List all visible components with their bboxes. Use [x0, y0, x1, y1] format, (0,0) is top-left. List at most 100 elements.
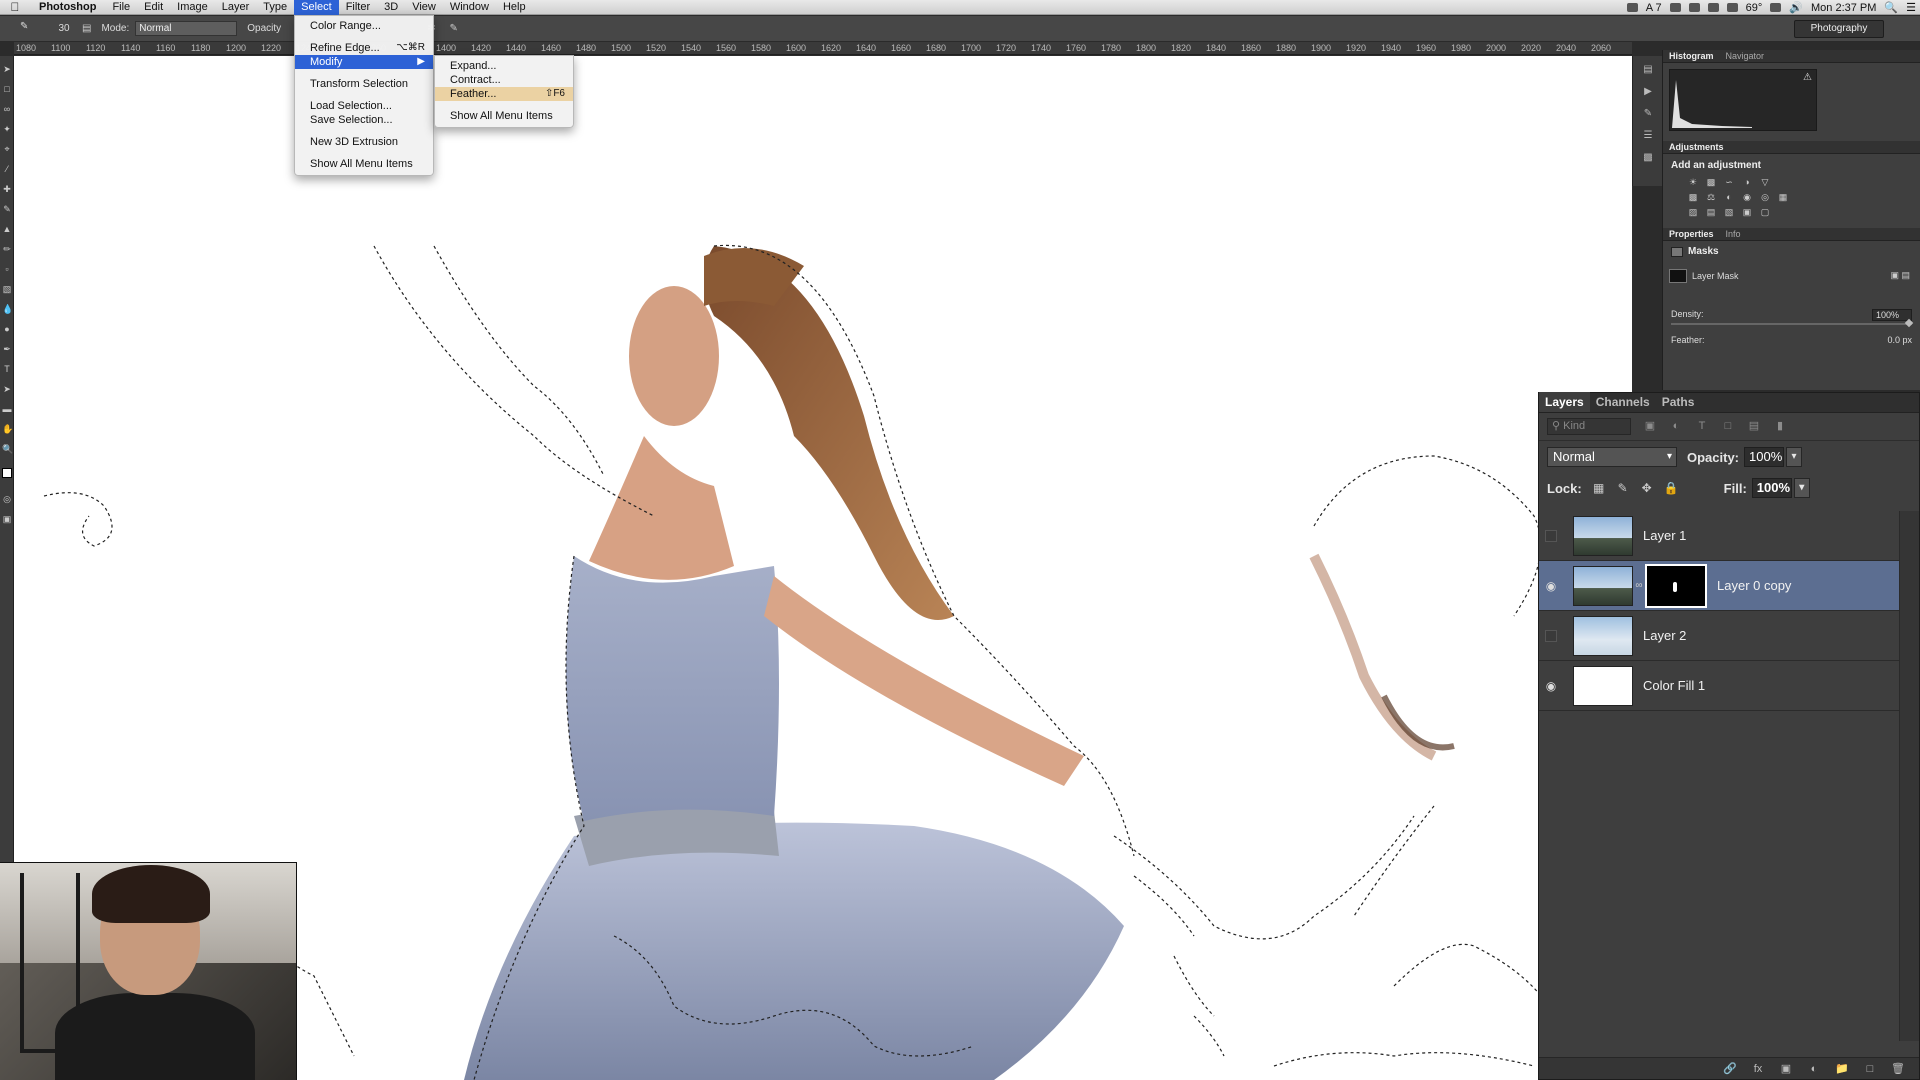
workspace-switcher[interactable]: Photography — [1794, 20, 1884, 38]
eraser-tool-icon[interactable]: ▫ — [2, 264, 12, 274]
hand-tool-icon[interactable]: ✋ — [2, 424, 13, 434]
pen-tool-icon[interactable]: ✒ — [2, 344, 12, 354]
menu-item-transform-selection[interactable]: Transform Selection — [295, 77, 433, 91]
screen-icon[interactable] — [1626, 3, 1638, 12]
wifi-icon[interactable] — [1770, 3, 1782, 12]
filter-toggle-icon[interactable]: ▮ — [1773, 420, 1787, 433]
screen-mode-icon[interactable]: ▣ — [2, 514, 12, 524]
spotlight-icon[interactable]: 🔍 — [1884, 1, 1898, 14]
new-layer-icon[interactable]: □ — [1863, 1063, 1877, 1075]
adobe-status[interactable]: A 7 — [1646, 2, 1662, 14]
dropbox-icon[interactable] — [1669, 3, 1681, 12]
app-name-menu[interactable]: Photoshop — [30, 1, 105, 13]
density-slider[interactable] — [1671, 318, 1914, 328]
filter-smart-object-icon[interactable]: ▤ — [1747, 420, 1761, 433]
tab-properties[interactable]: Properties — [1663, 229, 1720, 239]
layer-thumbnail[interactable] — [1573, 565, 1633, 606]
menu-item-feather[interactable]: Feather... ⇧F6 — [435, 87, 573, 101]
brush-tool-icon[interactable]: ✎ — [20, 21, 28, 32]
menu-type[interactable]: Type — [256, 0, 294, 15]
filter-type-icon[interactable]: T — [1695, 420, 1709, 433]
layer-name[interactable]: Layer 1 — [1643, 528, 1686, 543]
link-layers-icon[interactable]: 🔗 — [1723, 1063, 1737, 1075]
foreground-color-swatch[interactable] — [2, 468, 12, 478]
delete-layer-icon[interactable]: 🗑 — [1891, 1063, 1905, 1075]
tab-histogram[interactable]: Histogram — [1663, 51, 1720, 61]
clone-source-icon[interactable]: ▩ — [1641, 152, 1655, 164]
apple-icon[interactable]:  — [0, 0, 30, 14]
brush-presets-icon[interactable]: ☰ — [1641, 130, 1655, 142]
menu-item-save-selection[interactable]: Save Selection... — [295, 113, 433, 127]
gradient-tool-icon[interactable]: ▧ — [2, 284, 12, 294]
blur-tool-icon[interactable]: 💧 — [2, 304, 13, 314]
layer-name[interactable]: Color Fill 1 — [1643, 678, 1705, 693]
tool-presets-icon[interactable]: ✎ — [1641, 108, 1655, 120]
menu-filter[interactable]: Filter — [339, 0, 377, 15]
tab-navigator[interactable]: Navigator — [1720, 51, 1771, 61]
zoom-tool-icon[interactable]: 🔍 — [2, 444, 13, 454]
eyedropper-tool-icon[interactable]: ⁄ — [2, 164, 12, 174]
layer-thumbnail[interactable] — [1573, 515, 1633, 556]
tab-adjustments[interactable]: Adjustments — [1663, 142, 1730, 152]
menu-item-show-all[interactable]: Show All Menu Items — [295, 157, 433, 171]
dodge-tool-icon[interactable]: ● — [2, 324, 12, 334]
tab-info[interactable]: Info — [1720, 229, 1747, 239]
tab-layers[interactable]: Layers — [1539, 392, 1590, 412]
menu-view[interactable]: View — [405, 0, 443, 15]
curves-icon[interactable]: ∽ — [1723, 177, 1735, 188]
layer-name[interactable]: Layer 0 copy — [1717, 578, 1791, 593]
posterize-icon[interactable]: ▤ — [1705, 207, 1717, 218]
history-panel-icon[interactable]: ▤ — [1641, 64, 1655, 76]
menu-window[interactable]: Window — [443, 0, 496, 15]
layer-row[interactable]: Layer 1 — [1539, 511, 1899, 561]
stamp-tool-icon[interactable]: ▲ — [2, 224, 12, 234]
lock-image-icon[interactable]: ✎ — [1616, 481, 1630, 495]
type-tool-icon[interactable]: T — [2, 364, 12, 374]
notification-icon[interactable]: ☰ — [1906, 1, 1916, 14]
blend-mode-select[interactable]: Normal — [1547, 447, 1677, 467]
menu-select[interactable]: Select — [294, 0, 339, 15]
black-white-icon[interactable]: ◐ — [1723, 192, 1735, 203]
brush-panel-icon[interactable]: ▤ — [82, 23, 91, 34]
brush-tool-icon[interactable]: ✎ — [2, 204, 12, 214]
menu-item-contract[interactable]: Contract... — [435, 73, 573, 87]
gradient-map-icon[interactable]: ▣ — [1741, 207, 1753, 218]
lock-transparent-icon[interactable]: ▦ — [1592, 481, 1606, 495]
tab-paths[interactable]: Paths — [1656, 395, 1701, 412]
history-brush-icon[interactable]: ✏ — [2, 244, 12, 254]
menu-item-new-3d-extrusion[interactable]: New 3D Extrusion — [295, 135, 433, 149]
menu-3d[interactable]: 3D — [377, 0, 405, 15]
feather-input[interactable]: 0.0 px — [1887, 335, 1912, 345]
filter-pixel-icon[interactable]: ▣ — [1643, 420, 1657, 433]
lasso-tool-icon[interactable]: ∞ — [2, 104, 12, 114]
filter-adjustment-icon[interactable]: ◐ — [1669, 420, 1683, 433]
menu-file[interactable]: File — [105, 0, 137, 15]
layer-name[interactable]: Layer 2 — [1643, 628, 1686, 643]
visibility-eye-icon[interactable]: ◉ — [1539, 661, 1563, 711]
battery-icon[interactable] — [1726, 3, 1738, 12]
fill-dropdown-icon[interactable]: ▾ — [1793, 478, 1810, 498]
levels-icon[interactable]: ▩ — [1705, 177, 1717, 188]
selective-color-icon[interactable]: ▢ — [1759, 207, 1771, 218]
temperature-text[interactable]: 69° — [1746, 2, 1763, 14]
menu-layer[interactable]: Layer — [215, 0, 257, 15]
opacity-dropdown-icon[interactable]: ▾ — [1786, 447, 1803, 467]
add-mask-icon[interactable]: ▣ — [1779, 1063, 1793, 1075]
layer-row[interactable]: Layer 2 — [1539, 611, 1899, 661]
visibility-eye-icon[interactable] — [1539, 511, 1563, 561]
menu-edit[interactable]: Edit — [137, 0, 170, 15]
visibility-eye-icon[interactable] — [1539, 611, 1563, 661]
healing-tool-icon[interactable]: ✚ — [2, 184, 12, 194]
brush-size[interactable]: 30 — [54, 23, 74, 34]
vibrance-icon[interactable]: ▽ — [1759, 177, 1771, 188]
menu-item-expand[interactable]: Expand... — [435, 59, 573, 73]
mode-select[interactable]: Normal — [135, 21, 238, 36]
actions-panel-icon[interactable]: ▶ — [1641, 86, 1655, 98]
exposure-icon[interactable]: ◑ — [1741, 177, 1753, 188]
opacity-input[interactable]: 100% — [1744, 447, 1785, 467]
new-adjustment-icon[interactable]: ◐ — [1807, 1063, 1821, 1075]
marquee-tool-icon[interactable]: □ — [2, 84, 12, 94]
threshold-icon[interactable]: ▧ — [1723, 207, 1735, 218]
invert-icon[interactable]: ▨ — [1687, 207, 1699, 218]
menu-image[interactable]: Image — [170, 0, 215, 15]
